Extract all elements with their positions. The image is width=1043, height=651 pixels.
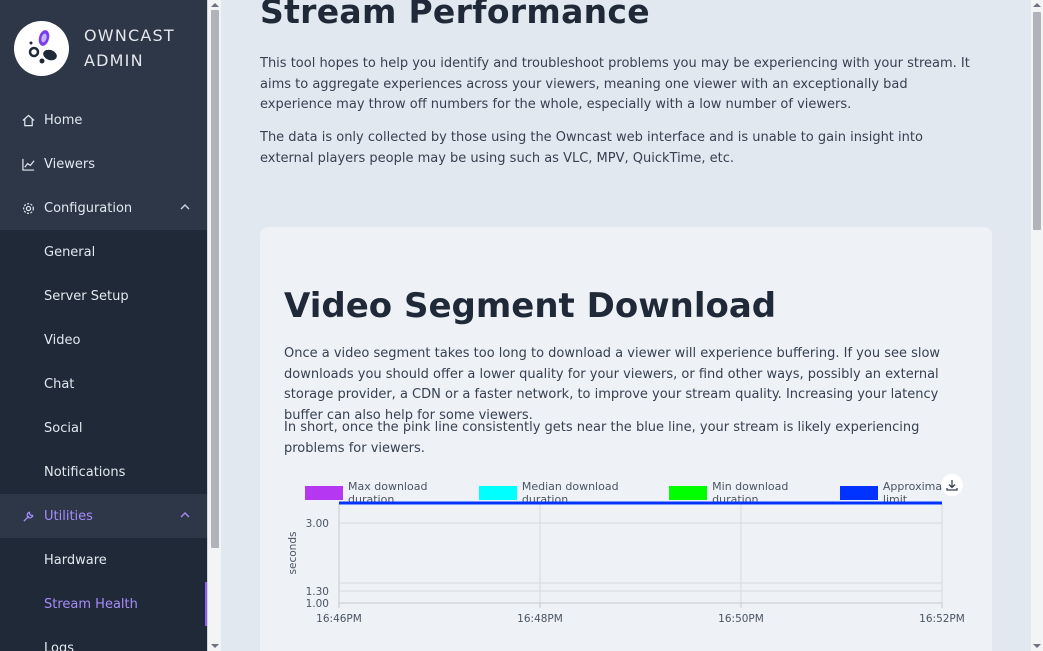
- sidebar-nav-lower: Utilities: [0, 494, 207, 538]
- sidebar-item-stream-health[interactable]: Stream Health: [0, 582, 207, 626]
- sidebar-item-server-setup[interactable]: Server Setup: [0, 274, 207, 318]
- gear-icon: [21, 201, 35, 215]
- brand-title: OWNCAST ADMIN: [84, 23, 175, 73]
- owncast-logo: [14, 20, 69, 76]
- y-axis-label: seconds: [287, 532, 299, 575]
- sidebar-item-label: General: [44, 244, 96, 260]
- brand-title-line1: OWNCAST: [84, 26, 175, 45]
- configuration-submenu: General Server Setup Video Chat Social N…: [0, 230, 207, 494]
- x-tick-label: 16:48PM: [517, 613, 563, 625]
- intro-paragraph: The data is only collected by those usin…: [260, 130, 923, 166]
- sidebar-item-video[interactable]: Video: [0, 318, 207, 362]
- scroll-down-arrow-icon[interactable]: [1033, 644, 1041, 648]
- sidebar-item-general[interactable]: General: [0, 230, 207, 274]
- sidebar-item-notifications[interactable]: Notifications: [0, 450, 207, 494]
- sidebar-item-label: Chat: [44, 376, 75, 392]
- sidebar-item-label: Stream Health: [44, 596, 138, 612]
- sidebar-item-hardware[interactable]: Hardware: [0, 538, 207, 582]
- sidebar-scrollbar-thumb[interactable]: [211, 10, 219, 548]
- brand[interactable]: OWNCAST ADMIN: [0, 0, 207, 96]
- sidebar-item-label: Hardware: [44, 552, 107, 568]
- main-scrollbar-thumb[interactable]: [1033, 12, 1041, 230]
- card-paragraph: Once a video segment takes too long to d…: [284, 346, 941, 423]
- y-tick-label: 1.00: [306, 598, 329, 610]
- x-tick-label: 16:52PM: [919, 613, 965, 625]
- sidebar-item-label: Configuration: [44, 200, 133, 216]
- sidebar-item-logs[interactable]: Logs: [0, 626, 207, 651]
- card-paragraph: In short, once the pink line consistentl…: [284, 420, 920, 456]
- chart-plot: 16:46PM 16:48PM 16:50PM 16:52PM 3.00 1.301.00…: [287, 501, 965, 625]
- chevron-up-icon: [180, 512, 190, 518]
- sidebar-item-label: Logs: [44, 640, 74, 651]
- sidebar-item-social[interactable]: Social: [0, 406, 207, 450]
- sidebar-scrollbar[interactable]: [207, 0, 221, 651]
- sidebar-item-label: Viewers: [44, 156, 95, 172]
- utilities-submenu: Hardware Stream Health Logs: [0, 538, 207, 651]
- sidebar-item-label: Home: [44, 112, 83, 128]
- card-title: Video Segment Download: [284, 286, 777, 326]
- y-tick-label: 3.00: [306, 518, 329, 530]
- main-scrollbar[interactable]: [1031, 0, 1043, 651]
- scroll-up-arrow-icon[interactable]: [211, 3, 219, 7]
- page-title: Stream Performance: [260, 0, 650, 31]
- scroll-up-arrow-icon[interactable]: [1033, 3, 1041, 7]
- sidebar: OWNCAST ADMIN Home Viewers Configuration…: [0, 0, 207, 651]
- video-segment-card: Video Segment Download Once a video segm…: [260, 227, 992, 651]
- sidebar-item-home[interactable]: Home: [0, 98, 207, 142]
- line-chart-icon: [21, 157, 35, 171]
- scroll-down-arrow-icon[interactable]: [211, 644, 219, 648]
- sidebar-item-chat[interactable]: Chat: [0, 362, 207, 406]
- sidebar-nav: Home Viewers Configuration: [0, 98, 207, 230]
- download-duration-chart: Max download duration Median download dur…: [284, 474, 984, 634]
- sidebar-item-label: Social: [44, 420, 83, 436]
- sidebar-item-label: Server Setup: [44, 288, 129, 304]
- sidebar-item-label: Utilities: [44, 508, 93, 524]
- sidebar-item-label: Notifications: [44, 464, 126, 480]
- sidebar-item-configuration[interactable]: Configuration: [0, 186, 207, 230]
- x-tick-label: 16:50PM: [718, 613, 764, 625]
- chevron-up-icon: [180, 204, 190, 210]
- y-tick-label: 1.30: [306, 586, 329, 598]
- main-content: Stream Performance This tool hopes to he…: [221, 0, 1031, 651]
- brand-title-line2: ADMIN: [84, 51, 144, 70]
- sidebar-item-viewers[interactable]: Viewers: [0, 142, 207, 186]
- home-icon: [21, 113, 35, 127]
- sidebar-item-utilities[interactable]: Utilities: [0, 494, 207, 538]
- intro-paragraph: This tool hopes to help you identify and…: [260, 56, 970, 112]
- sidebar-item-label: Video: [44, 332, 81, 348]
- x-tick-label: 16:46PM: [316, 613, 362, 625]
- wrench-icon: [21, 509, 35, 523]
